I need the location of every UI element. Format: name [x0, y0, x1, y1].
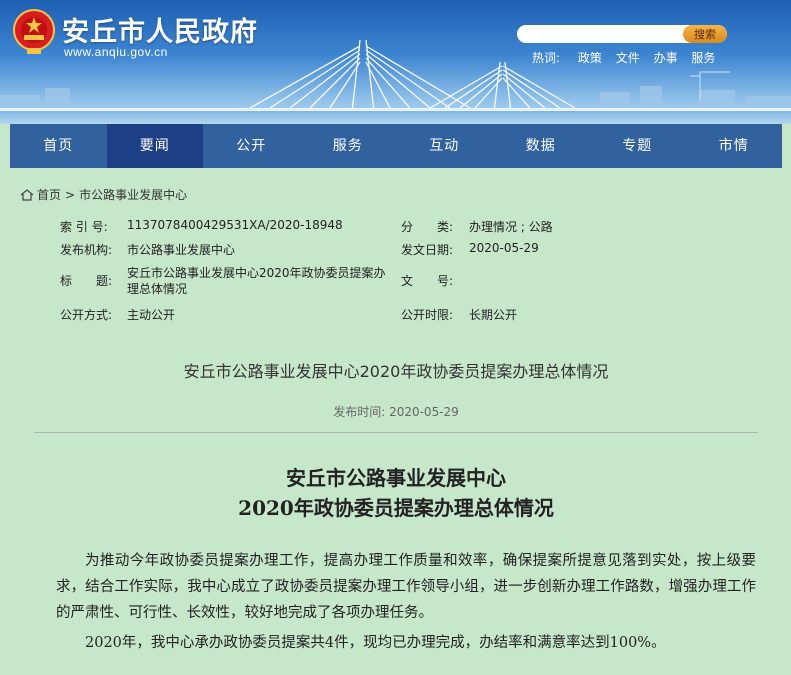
meta-category-label: 分 类: [401, 220, 454, 234]
site-title[interactable]: 安丘市人民政府 [62, 10, 258, 49]
divider [34, 432, 758, 433]
meta-method-value: 主动公开 [127, 308, 176, 322]
meta-index-label: 索 引 号: [60, 220, 108, 234]
meta-org-value: 市公路事业发展中心 [127, 243, 236, 257]
meta-date-value: 2020-05-29 [469, 241, 539, 255]
meta-date-label: 发文日期: [401, 243, 454, 257]
nav-home[interactable]: 首页 [10, 124, 107, 168]
nav-city-info[interactable]: 市情 [686, 124, 783, 168]
search-button[interactable]: 搜索 [683, 25, 727, 43]
main-nav: 首页 要闻 公开 服务 互动 数据 专题 市情 [10, 124, 782, 168]
article-body: 为推动今年政协委员提案办理工作，提高办理工作质量和效率，确保提案所提意见落到实处… [56, 548, 756, 656]
hot-link-documents[interactable]: 文件 [616, 51, 640, 65]
meta-org-label: 发布机构: [60, 243, 113, 257]
hot-link-services[interactable]: 服务 [691, 51, 715, 65]
breadcrumb: 首页 > 市公路事业发展中心 [20, 186, 187, 203]
breadcrumb-current[interactable]: 市公路事业发展中心 [79, 186, 187, 203]
meta-method-label: 公开方式: [60, 308, 113, 322]
breadcrumb-home[interactable]: 首页 [37, 186, 61, 203]
hot-link-policy[interactable]: 政策 [578, 51, 602, 65]
nav-news[interactable]: 要闻 [106, 124, 203, 168]
hot-link-affairs[interactable]: 办事 [654, 51, 678, 65]
hot-words: 热词: 政策 文件 办事 服务 [532, 49, 725, 66]
publish-time-value: 2020-05-29 [389, 405, 459, 419]
meta-period-value: 长期公开 [469, 308, 518, 322]
document-title-line1: 安丘市公路事业发展中心 [286, 466, 506, 490]
content-area: 首页 > 市公路事业发展中心 索 引 号: 1137078400429531XA… [10, 176, 782, 675]
meta-title-value-line2: 理总体情况 [127, 282, 188, 296]
article-title: 安丘市公路事业发展中心2020年政协委员提案办理总体情况 [183, 362, 609, 381]
hot-words-label: 热词: [532, 51, 561, 65]
home-icon [20, 188, 34, 201]
meta-index-value: 1137078400429531XA/2020-18948 [127, 218, 343, 232]
paragraph: 为推动今年政协委员提案办理工作，提高办理工作质量和效率，确保提案所提意见落到实处… [56, 553, 756, 621]
publish-time-label: 发布时间: [333, 405, 386, 419]
meta-title-label: 标 题: [60, 274, 113, 288]
header-banner: 安丘市人民政府 www.anqiu.gov.cn 搜索 热词: 政策 文件 办事… [0, 0, 791, 124]
nav-public[interactable]: 公开 [203, 124, 300, 168]
national-emblem-icon [13, 9, 55, 54]
search-input[interactable] [517, 25, 687, 43]
nav-topics[interactable]: 专题 [589, 124, 686, 168]
document-title-line2: 2020年政协委员提案办理总体情况 [238, 496, 554, 520]
nav-interaction[interactable]: 互动 [396, 124, 493, 168]
meta-docno-label: 文 号: [401, 274, 454, 288]
nav-data[interactable]: 数据 [493, 124, 590, 168]
breadcrumb-separator: > [65, 187, 76, 202]
meta-title-value-line1: 安丘市公路事业发展中心2020年政协委员提案办 [127, 266, 386, 280]
publish-time: 发布时间: 2020-05-29 [10, 403, 782, 420]
meta-period-label: 公开时限: [401, 308, 454, 322]
meta-category-value: 办理情况 ; 公路 [469, 220, 553, 234]
site-url: www.anqiu.gov.cn [64, 45, 168, 59]
search-box: 搜索 [517, 25, 727, 43]
paragraph: 2020年，我中心承办政协委员提案共4件，现均已办理完成，办结率和满意率达到10… [85, 635, 666, 651]
nav-services[interactable]: 服务 [300, 124, 397, 168]
